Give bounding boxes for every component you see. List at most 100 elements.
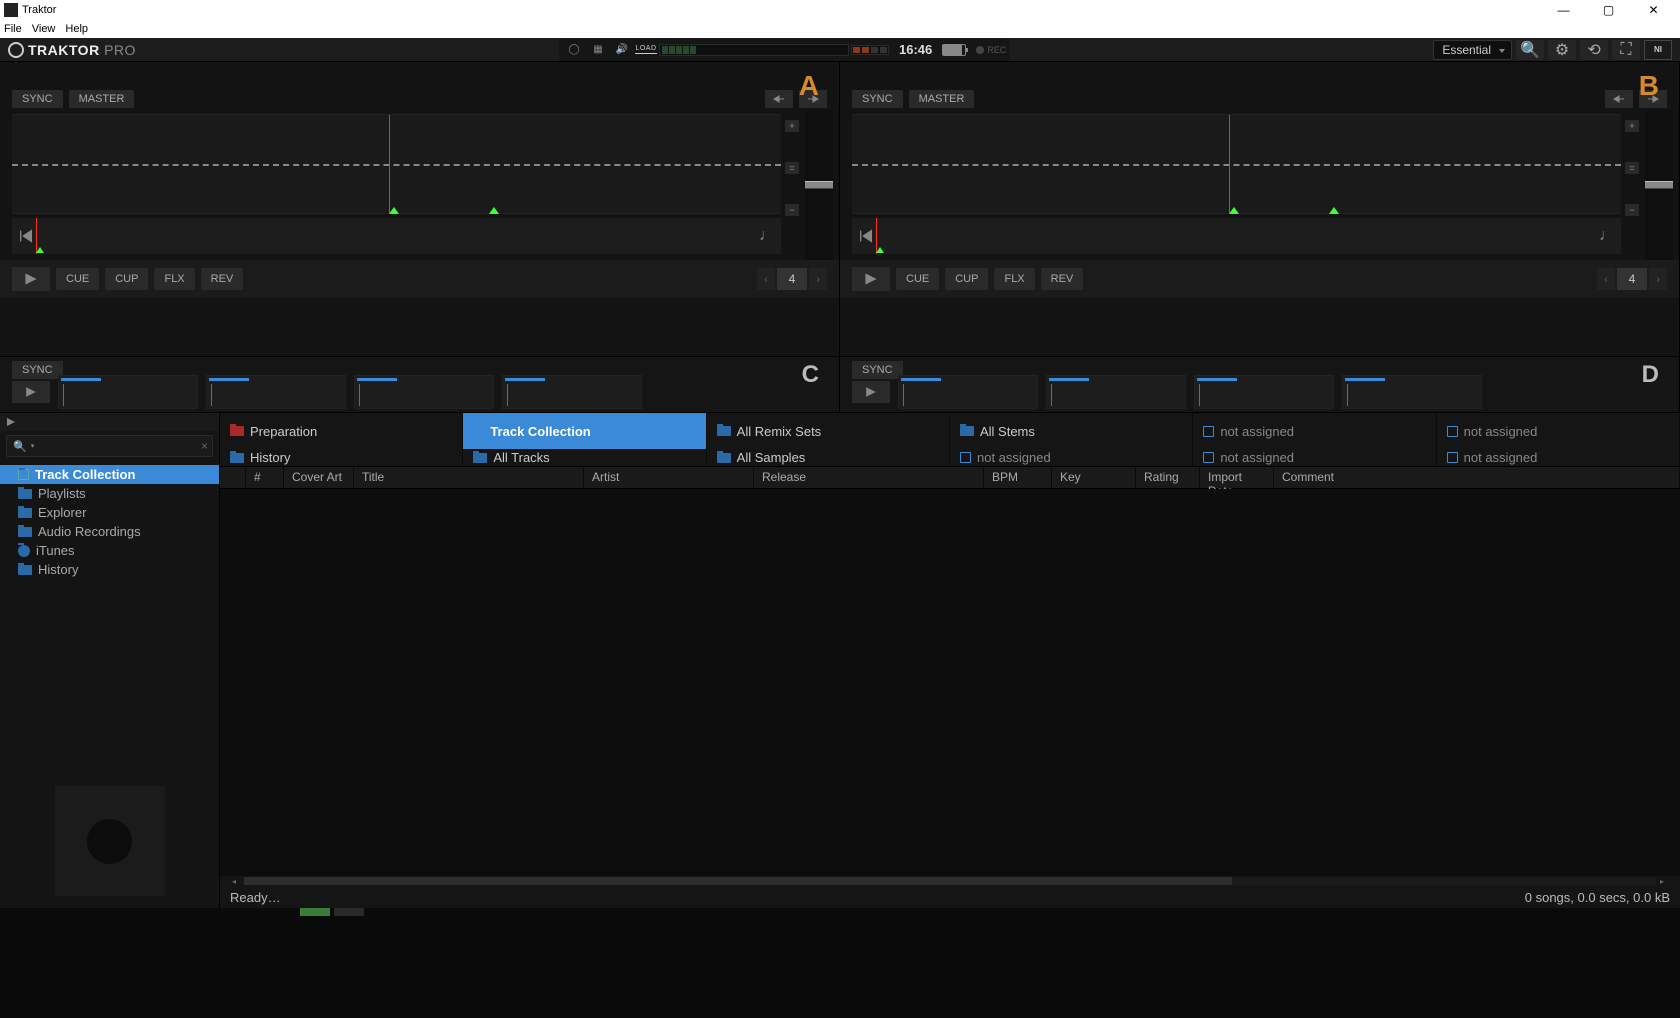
deck-a-cue-button[interactable]: CUE <box>56 268 99 290</box>
sidebar-item-itunes[interactable]: iTunes <box>0 541 219 560</box>
scrollbar-thumb[interactable] <box>244 877 1232 885</box>
col-cover[interactable]: Cover Art <box>284 467 354 488</box>
sidebar-item-audio-recordings[interactable]: Audio Recordings <box>0 522 219 541</box>
deck-b-play-button[interactable] <box>852 267 890 291</box>
favorite-not-assigned[interactable]: not assigned <box>1437 413 1680 449</box>
track-table-body[interactable] <box>220 489 1680 876</box>
col-icon[interactable] <box>220 467 246 488</box>
deck-a-sync-button[interactable]: SYNC <box>12 90 63 108</box>
skip-back-icon[interactable] <box>858 228 874 244</box>
deck-b-overview[interactable]: ♩ <box>852 218 1621 254</box>
deck-a-overview[interactable]: ♩ <box>12 218 781 254</box>
clear-search-icon[interactable]: × <box>201 439 208 453</box>
deck-d-sample-slot-4[interactable] <box>1342 375 1482 409</box>
sidebar-item-explorer[interactable]: Explorer <box>0 503 219 522</box>
deck-b-cup-button[interactable]: CUP <box>945 268 988 290</box>
load-button[interactable]: LOAD <box>635 41 657 59</box>
deck-a-rev-button[interactable]: REV <box>201 268 244 290</box>
quantize-icon[interactable]: ▦ <box>587 41 609 59</box>
deck-a-waveform[interactable] <box>12 114 781 214</box>
col-title[interactable]: Title <box>354 467 584 488</box>
metronome-icon[interactable]: ◯ <box>563 41 585 59</box>
deck-b-waveform[interactable] <box>852 114 1621 214</box>
deck-b-loop-size[interactable]: 4 <box>1617 268 1647 290</box>
deck-c-sample-slot-2[interactable] <box>206 375 346 409</box>
deck-b-master-button[interactable]: MASTER <box>909 90 975 108</box>
deck-c-sample-slot-4[interactable] <box>502 375 642 409</box>
deck-d-sample-slot-2[interactable] <box>1046 375 1186 409</box>
fullscreen-icon[interactable]: ⛶ <box>1612 40 1640 60</box>
favorite-not-assigned[interactable]: not assigned <box>1193 449 1436 466</box>
col-artist[interactable]: Artist <box>584 467 754 488</box>
search-input[interactable]: 🔍▾ × <box>6 435 213 457</box>
deck-a-tempo-eq[interactable]: = <box>785 162 799 174</box>
deck-c-play-button[interactable] <box>12 381 50 403</box>
deck-b-tempo-plus[interactable]: + <box>1625 120 1639 132</box>
deck-b-tempo-minus[interactable]: − <box>1625 204 1639 216</box>
ni-logo-icon[interactable]: NI <box>1644 40 1672 60</box>
col-release[interactable]: Release <box>754 467 984 488</box>
deck-d-sync-button[interactable]: SYNC <box>852 361 903 379</box>
deck-b-flx-button[interactable]: FLX <box>994 268 1034 290</box>
record-button[interactable]: REC <box>976 45 1006 55</box>
deck-b-pitch-fader[interactable] <box>1645 110 1673 260</box>
deck-a-tempo-plus[interactable]: + <box>785 120 799 132</box>
col-bpm[interactable]: BPM <box>984 467 1052 488</box>
scroll-right-icon[interactable]: ▸ <box>1660 877 1668 886</box>
horizontal-scrollbar[interactable]: ◂ ▸ <box>220 876 1680 886</box>
preview-play-icon[interactable] <box>6 417 16 427</box>
deck-b-cue-button[interactable]: CUE <box>896 268 939 290</box>
menu-file[interactable]: File <box>4 23 22 35</box>
menu-help[interactable]: Help <box>65 23 88 35</box>
deck-d-sample-slot-1[interactable] <box>898 375 1038 409</box>
skip-back-icon[interactable] <box>18 228 34 244</box>
favorite-not-assigned[interactable]: not assigned <box>1437 449 1680 466</box>
chevron-down-icon[interactable]: ▾ <box>31 442 35 450</box>
deck-a-tempo-minus[interactable]: − <box>785 204 799 216</box>
cruise-icon[interactable]: ⟲ <box>1580 40 1608 60</box>
deck-a-pitch-fader[interactable] <box>805 110 833 260</box>
deck-b-sync-button[interactable]: SYNC <box>852 90 903 108</box>
deck-a-flx-button[interactable]: FLX <box>154 268 194 290</box>
deck-a-loop-size[interactable]: 4 <box>777 268 807 290</box>
search-icon[interactable]: 🔍 <box>1516 40 1544 60</box>
deck-d-sample-slot-3[interactable] <box>1194 375 1334 409</box>
sidebar-item-history[interactable]: History <box>0 560 219 579</box>
favorite-not-assigned[interactable]: not assigned <box>950 449 1193 466</box>
favorite-not-assigned[interactable]: not assigned <box>1193 413 1436 449</box>
speaker-icon[interactable]: 🔊 <box>611 41 633 59</box>
col-number[interactable]: # <box>246 467 284 488</box>
deck-a-prev-icon[interactable] <box>765 90 793 108</box>
favorite-preparation[interactable]: Preparation <box>220 413 463 449</box>
layout-select[interactable]: Essential <box>1433 40 1512 60</box>
deck-a-loop-dec[interactable]: ‹ <box>757 268 775 290</box>
maximize-button[interactable]: ▢ <box>1586 0 1631 20</box>
sidebar-item-playlists[interactable]: Playlists <box>0 484 219 503</box>
col-key[interactable]: Key <box>1052 467 1136 488</box>
deck-a-loop-inc[interactable]: › <box>809 268 827 290</box>
minimize-button[interactable]: — <box>1541 0 1586 20</box>
deck-a-cup-button[interactable]: CUP <box>105 268 148 290</box>
favorite-all-tracks[interactable]: All Tracks <box>463 449 706 466</box>
favorite-all-samples[interactable]: All Samples <box>707 449 950 466</box>
col-rating[interactable]: Rating <box>1136 467 1200 488</box>
favorite-history[interactable]: History <box>220 449 463 466</box>
deck-b-loop-inc[interactable]: › <box>1649 268 1667 290</box>
favorite-track-collection[interactable]: Track Collection <box>463 413 706 449</box>
scroll-left-icon[interactable]: ◂ <box>232 877 240 886</box>
sidebar-item-track-collection[interactable]: Track Collection <box>0 465 219 484</box>
deck-b-loop-dec[interactable]: ‹ <box>1597 268 1615 290</box>
deck-d-play-button[interactable] <box>852 381 890 403</box>
favorite-all-remix-sets[interactable]: All Remix Sets <box>707 413 950 449</box>
settings-icon[interactable]: ⚙ <box>1548 40 1576 60</box>
deck-a-master-button[interactable]: MASTER <box>69 90 135 108</box>
deck-c-sync-button[interactable]: SYNC <box>12 361 63 379</box>
deck-c-sample-slot-1[interactable] <box>58 375 198 409</box>
deck-a-play-button[interactable] <box>12 267 50 291</box>
menu-view[interactable]: View <box>32 23 56 35</box>
col-comment[interactable]: Comment <box>1274 467 1680 488</box>
favorite-all-stems[interactable]: All Stems <box>950 413 1193 449</box>
deck-b-tempo-eq[interactable]: = <box>1625 162 1639 174</box>
deck-c-sample-slot-3[interactable] <box>354 375 494 409</box>
close-button[interactable]: ✕ <box>1631 0 1676 20</box>
